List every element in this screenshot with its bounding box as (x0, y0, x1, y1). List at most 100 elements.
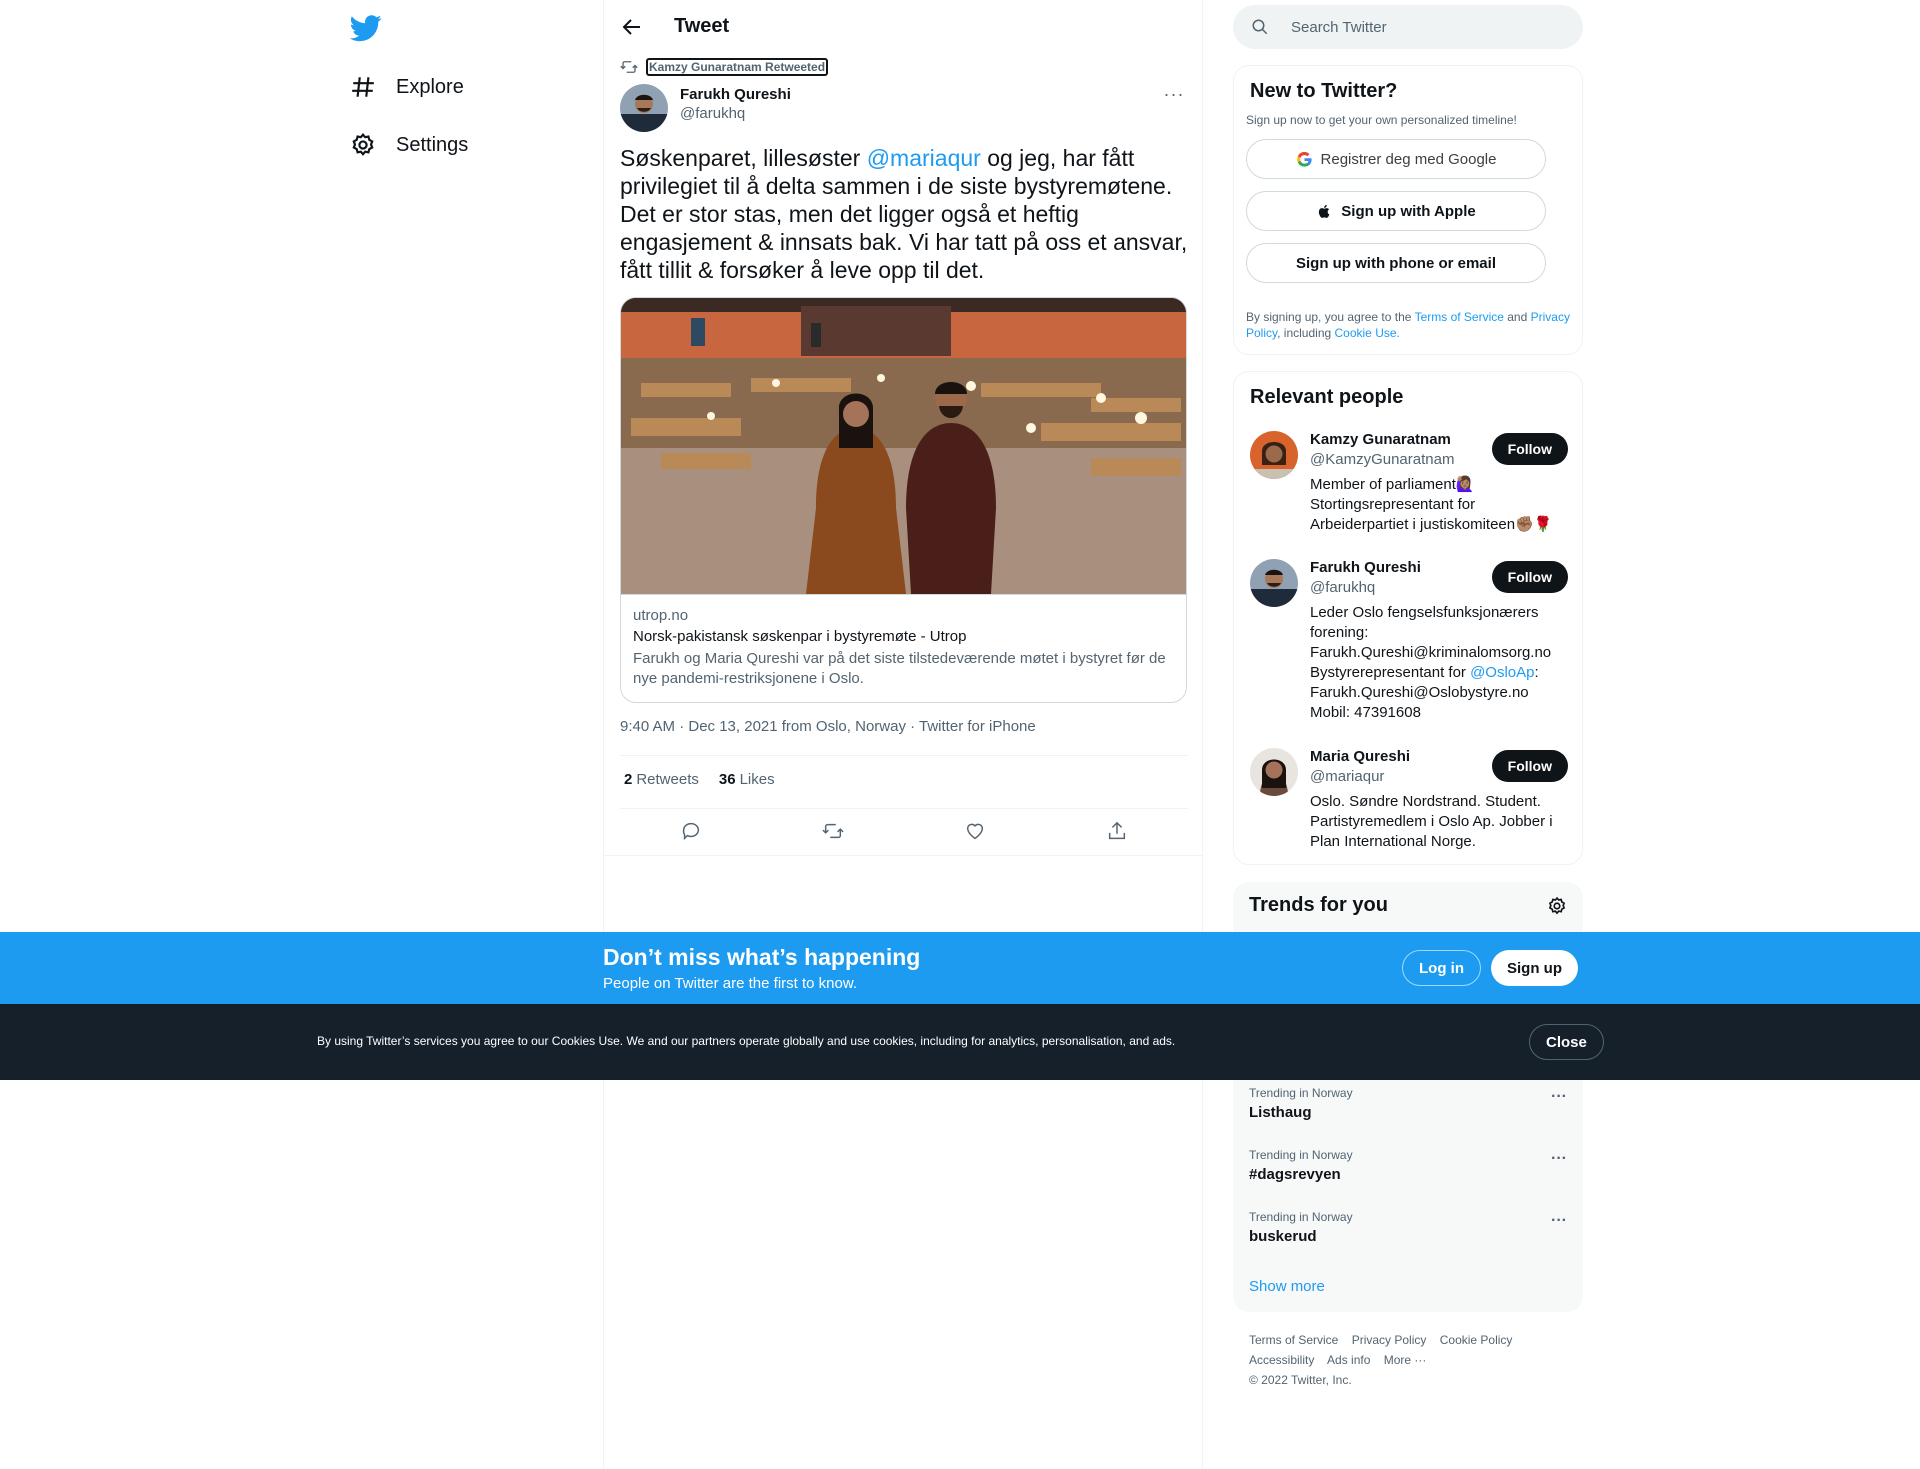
tweet-column: Tweet Kamzy Gunaratnam Retweeted Farukh … (603, 0, 1203, 1469)
tweet-author[interactable]: Farukh Qureshi @farukhq (620, 84, 791, 132)
person-name[interactable]: Farukh Qureshi (1310, 559, 1421, 576)
more-options-icon[interactable]: ··· (1551, 1088, 1567, 1106)
cookie-use-link[interactable]: Cookie Use. (1335, 326, 1400, 340)
phone-email-signup-label: Sign up with phone or email (1295, 254, 1496, 272)
author-avatar[interactable] (620, 84, 668, 132)
signup-button[interactable]: Sign up (1491, 950, 1578, 986)
person-handle[interactable]: @KamzyGunaratnam (1310, 451, 1454, 468)
trend-item[interactable]: Trending in Norway Listhaug ··· (1249, 1086, 1567, 1121)
card-body: utrop.no Norsk-pakistansk søskenpar i by… (621, 594, 1186, 701)
like-heart-icon[interactable] (964, 820, 986, 842)
footer-link[interactable]: Accessibility (1249, 1353, 1314, 1367)
show-more-link[interactable]: Show more (1249, 1278, 1325, 1295)
trend-item[interactable]: Trending in Norway #dagsrevyen ··· (1249, 1148, 1567, 1183)
card-domain: utrop.no (633, 607, 689, 624)
terms-text: By signing up, you agree to the (1246, 310, 1415, 324)
tweet-meta[interactable]: 9:40 AM · Dec 13, 2021 from Oslo, Norway… (620, 718, 1036, 735)
divider (620, 755, 1188, 756)
nav-settings[interactable]: Settings (350, 121, 468, 169)
person-bio: Oslo. Søndre Nordstrand. Student. Partis… (1310, 793, 1553, 850)
copyright: © 2022 Twitter, Inc. (1249, 1373, 1352, 1387)
relevant-people-box: Relevant people Kamzy Gunaratnam @KamzyG… (1233, 371, 1583, 865)
more-options-icon[interactable]: ··· (1551, 1212, 1567, 1230)
divider (620, 808, 1188, 809)
footer-link[interactable]: Cookie Policy (1440, 1333, 1513, 1347)
trend-name: Listhaug (1249, 1104, 1312, 1121)
person-name[interactable]: Kamzy Gunaratnam (1310, 431, 1451, 448)
person-avatar[interactable] (1250, 559, 1298, 607)
retweet-button-icon[interactable] (822, 820, 844, 842)
footer-link[interactable]: More ··· (1384, 1353, 1427, 1367)
more-options-icon[interactable]: ··· (1551, 1150, 1567, 1168)
author-name[interactable]: Farukh Qureshi (680, 86, 791, 103)
nav-settings-label: Settings (396, 133, 469, 156)
cookie-text: By using Twitter’s services you agree to… (317, 1034, 1176, 1048)
tweet-stats: 2 Retweets 36 Likes (624, 771, 775, 788)
page-title: Tweet (674, 15, 730, 37)
retweets-label: Retweets (636, 771, 699, 788)
apple-signup-label: Sign up with Apple (1341, 202, 1476, 220)
trend-context: Trending in Norway (1249, 1210, 1353, 1224)
new-to-twitter-subtitle: Sign up now to get your own personalized… (1246, 113, 1517, 127)
retweeted-by-link[interactable]: Kamzy Gunaratnam Retweeted (646, 58, 829, 76)
new-to-twitter-title: New to Twitter? (1250, 80, 1398, 102)
google-signup-button[interactable]: Registrer deg med Google (1246, 139, 1546, 179)
tweet-actions (620, 820, 1188, 842)
search-bar[interactable] (1233, 5, 1583, 49)
follow-button[interactable]: Follow (1491, 750, 1568, 782)
trends-header: Trends for you (1249, 894, 1567, 917)
gear-icon (352, 133, 374, 156)
relevant-people-title: Relevant people (1250, 386, 1404, 408)
hashtag-icon (352, 77, 374, 97)
back-arrow-icon[interactable] (620, 15, 644, 39)
trend-item[interactable]: Trending in Norway buskerud ··· (1249, 1210, 1567, 1245)
card-title: Norsk-pakistansk søskenpar i bystyremøte… (633, 628, 967, 645)
footer-link[interactable]: Ads info (1327, 1353, 1370, 1367)
more-options-icon[interactable]: ··· (1162, 84, 1186, 104)
follow-button[interactable]: Follow (1491, 561, 1568, 593)
trend-context: Trending in Norway (1249, 1086, 1353, 1100)
signup-banner: Don’t miss what’s happening People on Tw… (0, 932, 1920, 1004)
banner-subtitle: People on Twitter are the first to know. (603, 975, 858, 992)
trend-name: buskerud (1249, 1228, 1317, 1245)
phone-email-signup-button[interactable]: Sign up with phone or email (1246, 243, 1546, 283)
mention-link[interactable]: @mariaqur (867, 145, 981, 171)
retweets-stat[interactable]: 2 Retweets (624, 771, 699, 788)
search-input[interactable] (1291, 18, 1551, 36)
follow-button[interactable]: Follow (1491, 433, 1568, 465)
login-button[interactable]: Log in (1402, 950, 1481, 986)
mention-link[interactable]: @OsloAp (1470, 664, 1534, 681)
share-icon[interactable] (1106, 820, 1128, 842)
nav-explore[interactable]: Explore (350, 63, 464, 111)
apple-signup-button[interactable]: Sign up with Apple (1246, 191, 1546, 231)
footer-link[interactable]: Privacy Policy (1352, 1333, 1427, 1347)
person-bio: Member of parliament🙋🏽‍♀️ Stortingsrepre… (1310, 476, 1553, 533)
divider (604, 855, 1202, 856)
retweets-count: 2 (624, 771, 633, 788)
terms-of-service-link[interactable]: Terms of Service (1415, 310, 1504, 324)
apple-logo-icon (1319, 204, 1330, 218)
cookie-close-button[interactable]: Close (1529, 1024, 1604, 1060)
person-handle[interactable]: @mariaqur (1310, 768, 1384, 785)
likes-stat[interactable]: 36 Likes (719, 771, 775, 788)
person-avatar[interactable] (1250, 748, 1298, 796)
person-handle[interactable]: @farukhq (1310, 579, 1375, 596)
new-to-twitter-box: New to Twitter? Sign up now to get your … (1233, 65, 1583, 355)
tweet-header: Tweet (604, 0, 1202, 53)
reply-icon[interactable] (680, 820, 702, 842)
google-signup-label: Registrer deg med Google (1320, 150, 1497, 168)
search-icon (1252, 19, 1268, 35)
signup-terms: By signing up, you agree to the Terms of… (1246, 309, 1570, 341)
author-handle[interactable]: @farukhq (680, 105, 791, 122)
person-avatar[interactable] (1250, 431, 1298, 479)
gear-icon[interactable] (1547, 896, 1567, 916)
terms-text: , including (1277, 326, 1335, 340)
footer-link[interactable]: Terms of Service (1249, 1333, 1338, 1347)
nav-explore-label: Explore (396, 75, 464, 98)
footer: Terms of Service Privacy Policy Cookie P… (1249, 1330, 1579, 1390)
twitter-logo-icon[interactable] (350, 12, 382, 44)
card-image (621, 298, 1186, 594)
likes-count: 36 (718, 771, 736, 788)
person-name[interactable]: Maria Qureshi (1310, 748, 1410, 765)
link-card[interactable]: utrop.no Norsk-pakistansk søskenpar i by… (620, 297, 1187, 703)
